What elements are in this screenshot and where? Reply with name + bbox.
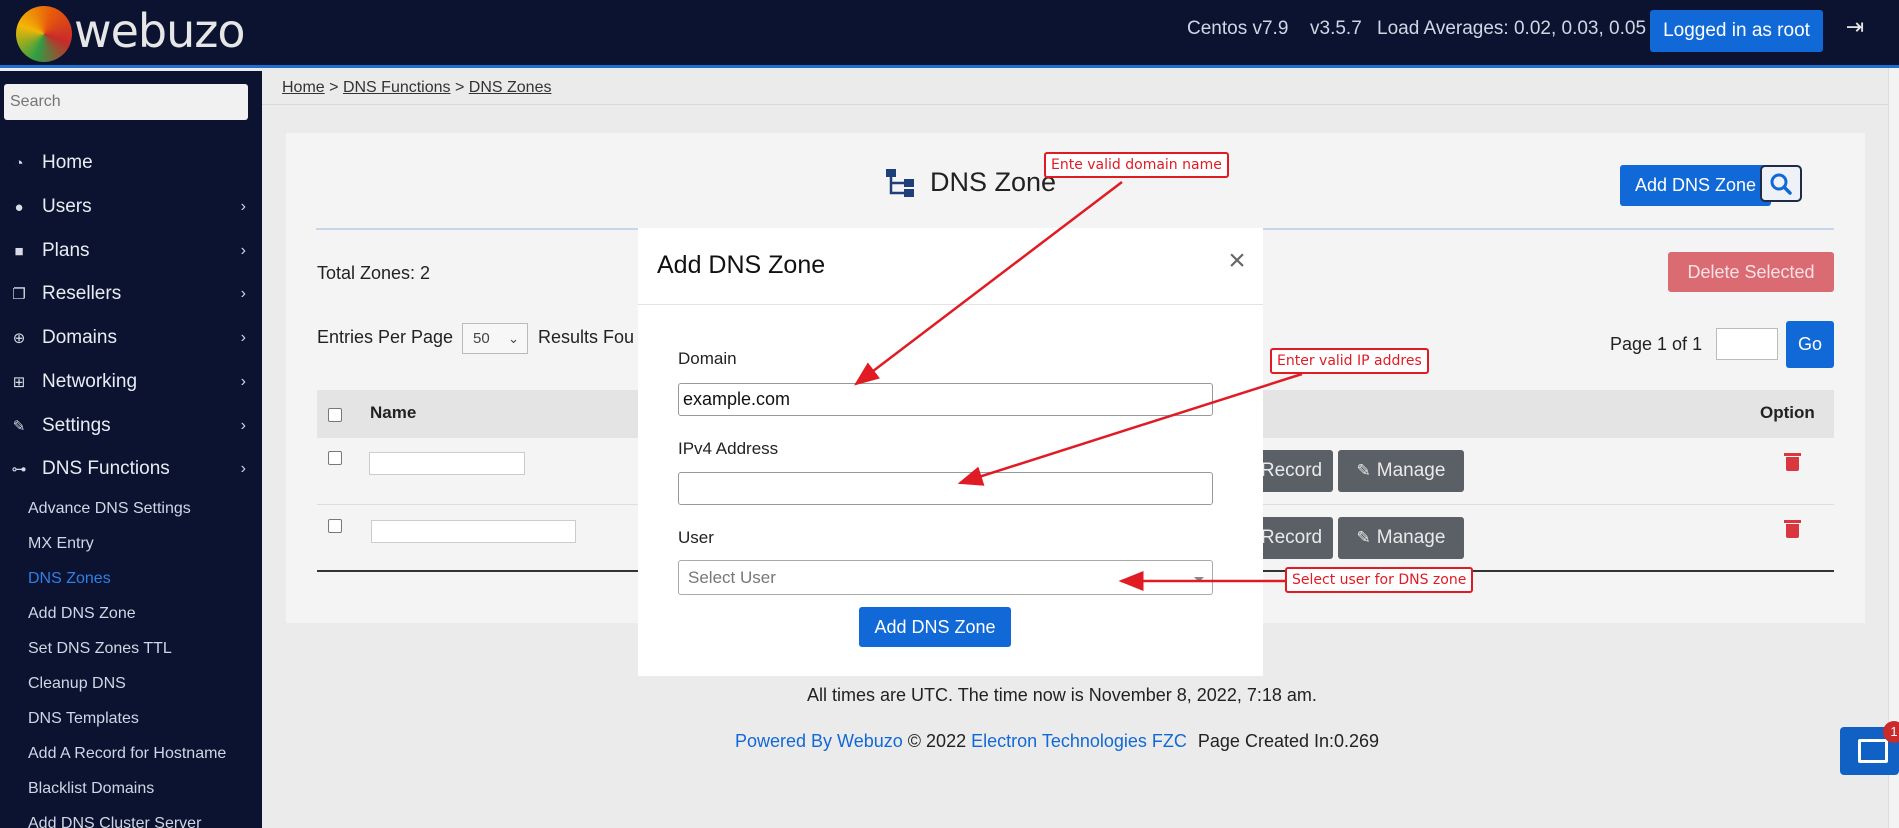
domain-annotation: Ente valid domain name	[1044, 152, 1229, 178]
annotation-arrows	[854, 181, 1303, 591]
domain-annotation-arrow	[854, 181, 1123, 386]
user-annotation: Select user for DNS zone	[1285, 567, 1474, 593]
ip-annotation: Enter valid IP addres	[1270, 348, 1429, 374]
ip-annotation-arrow	[957, 372, 1303, 486]
